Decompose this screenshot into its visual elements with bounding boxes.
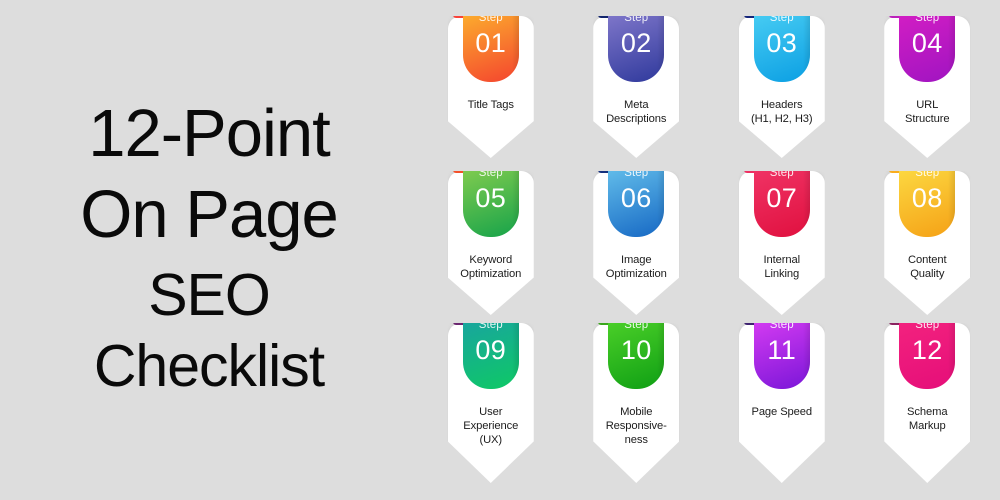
step-word-label: Step [769, 12, 794, 24]
step-title-line-3: (UX) [479, 434, 503, 447]
step-cell: Step 04 URL Structure [855, 16, 1000, 171]
step-card-07[interactable]: Step 07 Internal Linking [738, 171, 825, 315]
page-title-line-3: SEO [148, 262, 271, 328]
step-title-line-2: Structure [905, 113, 950, 126]
step-card-06[interactable]: Step 06 Image Optimization [593, 171, 680, 315]
step-card-12[interactable]: Step 12 Schema Markup [884, 323, 971, 483]
step-title-line-1: Mobile [620, 406, 653, 418]
step-number: 12 [911, 334, 943, 365]
step-title-line-1: Title Tags [467, 99, 514, 111]
step-badge-03: Step 03 [753, 12, 810, 82]
step-number: 07 [766, 182, 798, 213]
step-word-label: Step [915, 12, 940, 24]
ribbon-fold-tab-icon [598, 16, 619, 18]
step-cell: Step 12 Schema Markup [855, 323, 1000, 498]
step-title-line-1: Image [620, 254, 652, 266]
step-number: 09 [475, 334, 507, 365]
step-word-label: Step [624, 12, 649, 24]
infographic-canvas: 12-Point On Page SEO Checklist Step 01 T… [0, 0, 1000, 500]
step-badge-04: Step 04 [899, 12, 956, 82]
step-number: 06 [620, 182, 652, 213]
step-number: 10 [620, 334, 652, 365]
step-cell: Step 06 Image Optimization [564, 171, 710, 323]
step-cell: Step 07 Internal Linking [709, 171, 855, 323]
ribbon-fold-tab-icon [452, 16, 473, 18]
step-card-01[interactable]: Step 01 Title Tags [447, 16, 534, 158]
step-title-line-2: Markup [908, 420, 946, 433]
step-badge-01: Step 01 [462, 12, 519, 82]
step-title-line-1: Schema [907, 406, 948, 418]
step-badge-02: Step 02 [608, 12, 665, 82]
step-number: 04 [911, 27, 943, 58]
step-title-line-2: Optimization [605, 268, 667, 281]
step-cell: Step 08 Content Quality [855, 171, 1000, 323]
step-card-02[interactable]: Step 02 Meta Descriptions [593, 16, 680, 158]
step-badge-wrapper-02: Step 02 [598, 12, 665, 82]
step-number: 02 [620, 27, 652, 58]
step-title-line-1: URL [916, 99, 939, 111]
step-card-09[interactable]: Step 09 User Experience (UX) [447, 323, 534, 483]
step-title-line-1: Content [908, 254, 947, 266]
step-title-line-1: Internal [763, 254, 800, 266]
step-cell: Step 10 Mobile Responsive- ness [564, 323, 710, 498]
step-title-line-3: ness [624, 434, 648, 447]
step-cell: Step 02 Meta Descriptions [564, 16, 710, 171]
step-cell: Step 05 Keyword Optimization [418, 171, 564, 323]
step-card-04[interactable]: Step 04 URL Structure [884, 16, 971, 158]
step-title-line-1: Page Speed [751, 406, 813, 418]
step-number: 01 [475, 27, 507, 58]
step-title-line-2: Quality [910, 268, 945, 281]
step-badge-wrapper-04: Step 04 [889, 12, 956, 82]
step-cell: Step 11 Page Speed [709, 323, 855, 498]
ribbon-fold-tab-icon [889, 16, 910, 18]
step-title-line-1: Headers [760, 99, 803, 111]
step-card-11[interactable]: Step 11 Page Speed [738, 323, 825, 483]
step-title-line-1: Meta [624, 99, 649, 111]
page-title-line-2: On Page [80, 177, 338, 252]
step-title-line-1: User [479, 406, 503, 418]
step-number: 03 [766, 27, 798, 58]
step-title-line-2: Optimization [460, 268, 522, 281]
step-badge-wrapper-01: Step 01 [452, 12, 519, 82]
step-badge-wrapper-03: Step 03 [743, 12, 810, 82]
page-title-line-4: Checklist [93, 333, 325, 399]
step-title-line-2: Linking [764, 268, 800, 281]
steps-grid: Step 01 Title Tags Step 02 Meta Descript… [418, 0, 1000, 500]
step-number: 05 [475, 182, 507, 213]
step-cell: Step 03 Headers (H1, H2, H3) [709, 16, 855, 171]
step-card-03[interactable]: Step 03 Headers (H1, H2, H3) [738, 16, 825, 158]
step-word-label: Step [478, 12, 503, 24]
step-title-line-1: Keyword [469, 254, 513, 266]
step-cell: Step 01 Title Tags [418, 16, 564, 171]
step-card-08[interactable]: Step 08 Content Quality [884, 171, 971, 315]
step-title-line-2: (H1, H2, H3) [750, 113, 813, 126]
step-title-line-2: Responsive- [605, 420, 667, 433]
step-card-10[interactable]: Step 10 Mobile Responsive- ness [593, 323, 680, 483]
title-block: 12-Point On Page SEO Checklist [0, 0, 418, 500]
step-title-line-2: Descriptions [606, 113, 667, 126]
step-title-line-2: Experience [463, 420, 519, 433]
step-number: 08 [911, 182, 943, 213]
step-card-05[interactable]: Step 05 Keyword Optimization [447, 171, 534, 315]
step-number: 11 [767, 334, 797, 365]
page-title-line-1: 12-Point [88, 96, 331, 171]
step-cell: Step 09 User Experience (UX) [418, 323, 564, 498]
ribbon-fold-tab-icon [743, 16, 764, 18]
